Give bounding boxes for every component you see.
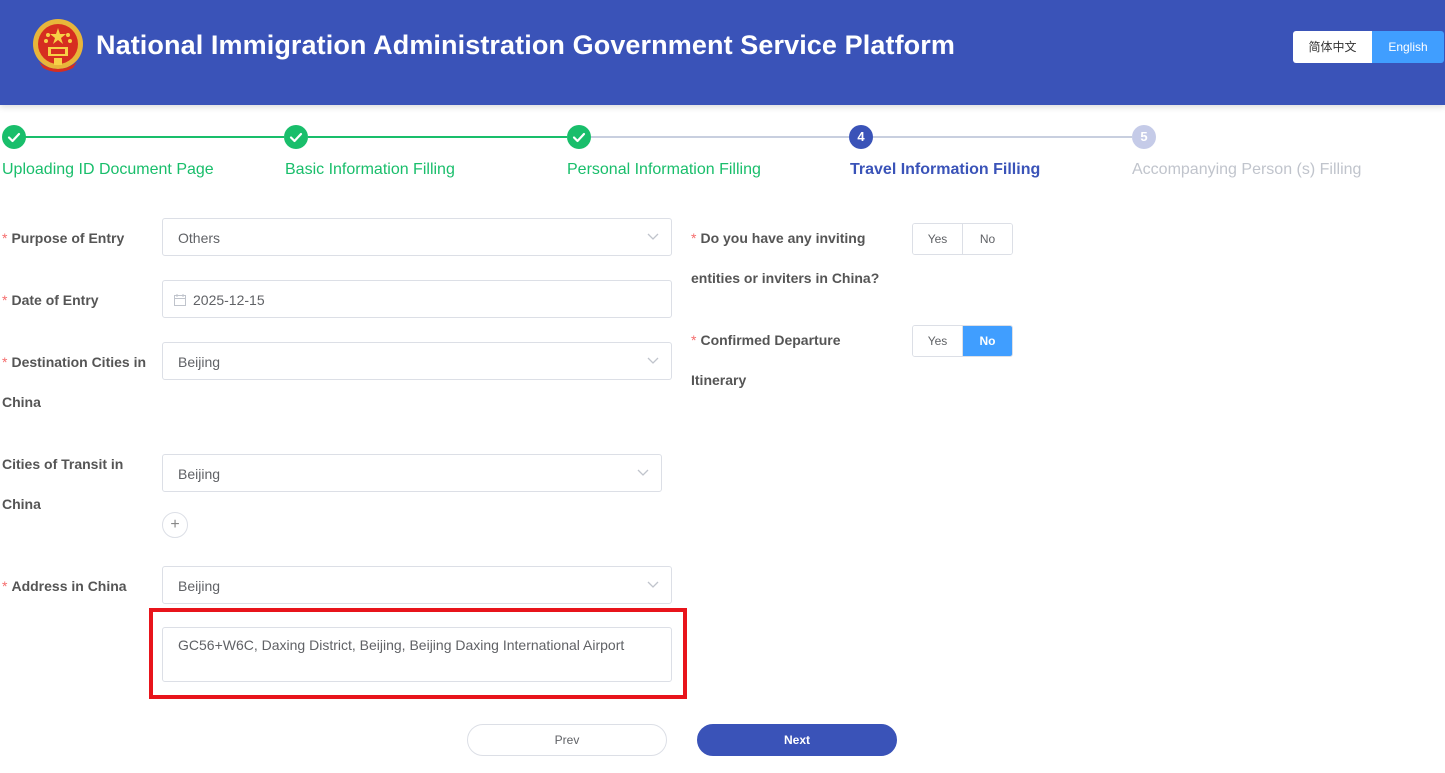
inviting-yes-no-toggle: Yes No	[912, 223, 1013, 255]
step-5-number: 5	[1132, 125, 1156, 149]
chevron-down-icon	[637, 469, 649, 476]
step-4-number: 4	[849, 125, 873, 149]
inviting-question-label-line2: entities or inviters in China?	[691, 270, 880, 286]
required-mark: *	[691, 230, 697, 246]
required-mark: *	[2, 230, 8, 246]
destination-cities-label: * Destination Cities in	[2, 342, 146, 382]
purpose-of-entry-label: * Purpose of Entry	[2, 218, 124, 258]
departure-yes-button[interactable]: Yes	[913, 326, 962, 356]
transit-value: Beijing	[178, 466, 221, 482]
destination-cities-label-line2: China	[2, 394, 41, 410]
step-connector	[308, 136, 567, 138]
step-connector	[873, 136, 1132, 138]
lang-english-button[interactable]: English	[1372, 31, 1444, 63]
calendar-icon	[174, 294, 186, 306]
step-1-check-icon	[2, 125, 26, 149]
transit-cities-label: Cities of Transit in	[2, 456, 124, 472]
add-transit-city-button[interactable]: +	[162, 512, 188, 538]
language-switch: 简体中文 English	[1293, 31, 1444, 63]
lang-chinese-button[interactable]: 简体中文	[1293, 31, 1372, 63]
address-city-value: Beijing	[178, 578, 221, 594]
destination-cities-select[interactable]: Beijing	[162, 342, 672, 380]
purpose-of-entry-select[interactable]: Others	[162, 218, 672, 256]
inviting-no-button[interactable]: No	[962, 224, 1012, 254]
step-5-label: Accompanying Person (s) Filling	[1132, 161, 1362, 178]
date-label-text: Date of Entry	[11, 292, 99, 308]
required-mark: *	[691, 332, 697, 348]
purpose-label-text: Purpose of Entry	[11, 230, 125, 246]
step-connector	[24, 136, 284, 138]
step-3-label: Personal Information Filling	[567, 161, 761, 178]
address-in-china-label: * Address in China	[2, 566, 127, 606]
chevron-down-icon	[647, 233, 659, 240]
step-4-label: Travel Information Filling	[850, 161, 1041, 178]
departure-no-button[interactable]: No	[962, 326, 1012, 356]
date-value: 2025-12-15	[193, 292, 265, 308]
chevron-down-icon	[647, 581, 659, 588]
highlight-box	[149, 608, 687, 699]
transit-cities-label-line2: China	[2, 496, 41, 512]
header-bar: National Immigration Administration Gove…	[0, 0, 1445, 105]
inviting-label-line1: Do you have any inviting	[700, 230, 866, 246]
site-title: National Immigration Administration Gove…	[96, 30, 955, 60]
step-3-check-icon	[567, 125, 591, 149]
step-connector	[591, 136, 849, 138]
step-2-check-icon	[284, 125, 308, 149]
required-mark: *	[2, 292, 8, 308]
step-2-label: Basic Information Filling	[285, 161, 455, 178]
destination-label-line1: Destination Cities in	[11, 354, 147, 370]
purpose-value: Others	[178, 230, 221, 246]
step-1-label: Uploading ID Document Page	[2, 161, 214, 178]
departure-itinerary-label: * Confirmed Departure	[691, 320, 840, 360]
address-city-select[interactable]: Beijing	[162, 566, 672, 604]
transit-cities-select[interactable]: Beijing	[162, 454, 662, 492]
next-button[interactable]: Next	[697, 724, 897, 756]
prev-button[interactable]: Prev	[467, 724, 667, 756]
required-mark: *	[2, 354, 8, 370]
departure-itinerary-label-line2: Itinerary	[691, 372, 747, 388]
national-emblem-icon	[33, 19, 83, 72]
inviting-question-label: * Do you have any inviting	[691, 218, 865, 258]
destination-value: Beijing	[178, 354, 221, 370]
address-label-text: Address in China	[11, 578, 127, 594]
departure-label-line1: Confirmed Departure	[700, 332, 841, 348]
departure-yes-no-toggle: Yes No	[912, 325, 1013, 357]
required-mark: *	[2, 578, 8, 594]
date-of-entry-label: * Date of Entry	[2, 280, 99, 320]
date-of-entry-picker[interactable]: 2025-12-15	[162, 280, 672, 318]
chevron-down-icon	[647, 357, 659, 364]
inviting-yes-button[interactable]: Yes	[913, 224, 962, 254]
